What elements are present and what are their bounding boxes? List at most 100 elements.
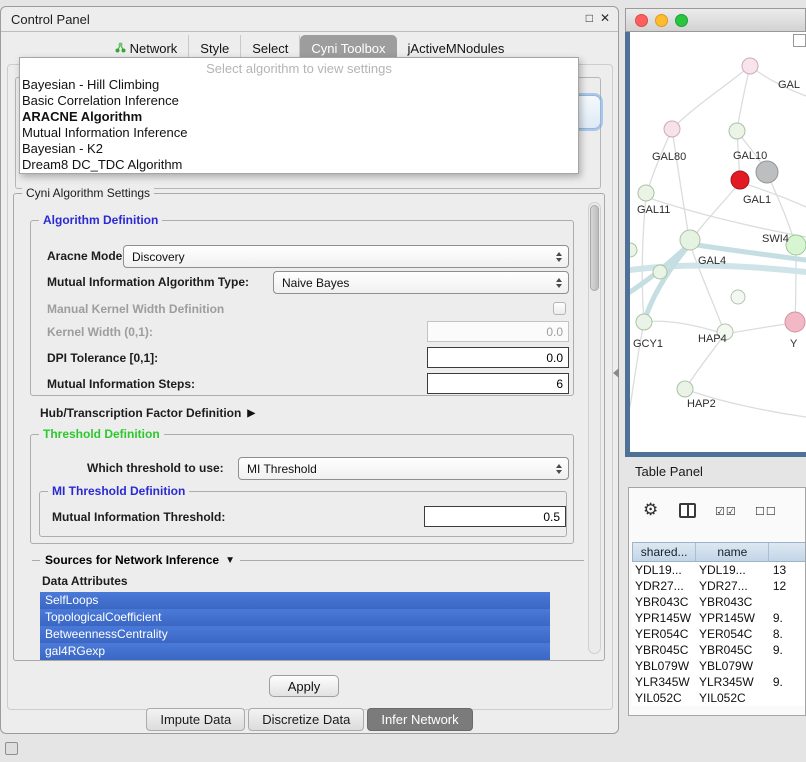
table-cell[interactable]: YBL079W	[696, 658, 770, 674]
table-cell[interactable]: 13	[770, 562, 806, 578]
column-header-name[interactable]: name	[696, 543, 769, 561]
columns-icon[interactable]	[679, 503, 696, 518]
table-row[interactable]: YBR045CYBR045C9.	[632, 642, 806, 658]
which-threshold-combobox[interactable]: MI Threshold	[238, 457, 569, 480]
bottom-tab-discretize-data[interactable]: Discretize Data	[248, 708, 364, 731]
table-cell[interactable]: YBR045C	[632, 642, 696, 658]
bottom-tab-impute-data[interactable]: Impute Data	[146, 708, 245, 731]
network-node-gal80[interactable]	[664, 121, 680, 137]
table-row[interactable]: YDR27...YDR27...12	[632, 578, 806, 594]
deselect-all-icon[interactable]: ☐☐	[755, 505, 777, 518]
data-attribute-item-betweennesscentrality[interactable]: BetweennessCentrality	[40, 626, 550, 643]
sources-disclosure[interactable]: Sources for Network Inference ▼	[40, 553, 240, 567]
settings-scrollbar[interactable]	[588, 202, 601, 654]
network-edge[interactable]	[630, 322, 644, 407]
select-all-icon[interactable]: ☑☑	[715, 505, 737, 518]
aracne-mode-combobox[interactable]: Discovery	[123, 245, 569, 268]
data-attribute-item-selfloops[interactable]: SelfLoops	[40, 592, 550, 609]
network-edge[interactable]	[644, 321, 718, 332]
mac-zoom-icon[interactable]	[675, 14, 688, 27]
dpi-tolerance-field[interactable]	[427, 347, 569, 368]
settings-scrollbar-thumb[interactable]	[590, 205, 599, 291]
network-node-gal11[interactable]	[638, 185, 654, 201]
float-window-icon[interactable]: □	[586, 11, 593, 25]
apply-button[interactable]: Apply	[269, 675, 339, 697]
table-cell[interactable]: 12	[770, 578, 806, 594]
network-node[interactable]	[742, 58, 758, 74]
table-cell[interactable]: YDL19...	[696, 562, 770, 578]
network-node-hap2[interactable]	[677, 381, 693, 397]
gear-icon[interactable]: ⚙	[643, 500, 658, 520]
table-cell[interactable]	[770, 594, 806, 610]
table-row[interactable]: YER054CYER054C8.	[632, 626, 806, 642]
table-row[interactable]: YBR043CYBR043C	[632, 594, 806, 610]
table-cell[interactable]: YPR145W	[696, 610, 770, 626]
algorithm-option-basic-correlation-inference[interactable]: Basic Correlation Inference	[20, 93, 578, 109]
table-cell[interactable]: YLR345W	[632, 674, 696, 690]
table-cell[interactable]: YIL052C	[632, 690, 696, 706]
network-node-gal1[interactable]	[731, 171, 749, 189]
data-attribute-item-gal4rgexp[interactable]: gal4RGexp	[40, 643, 550, 660]
mac-close-icon[interactable]	[635, 14, 648, 27]
network-edge[interactable]	[725, 323, 793, 334]
network-node[interactable]	[653, 265, 667, 279]
table-cell[interactable]: YBL079W	[632, 658, 696, 674]
table-cell[interactable]: YDR27...	[696, 578, 770, 594]
network-edge[interactable]	[737, 66, 750, 131]
table-cell[interactable]: YBR043C	[632, 594, 696, 610]
algorithm-option-bayesian-k2[interactable]: Bayesian - K2	[20, 141, 578, 157]
column-header-extra[interactable]	[769, 543, 805, 561]
birdseye-toggle[interactable]	[793, 34, 806, 47]
table-cell[interactable]: YPR145W	[632, 610, 696, 626]
network-node-swi4[interactable]	[786, 235, 806, 255]
algorithm-option-bayesian-hill-climbing[interactable]: Bayesian - Hill Climbing	[20, 77, 578, 93]
mi-type-combobox[interactable]: Naive Bayes	[273, 271, 569, 294]
table-cell[interactable]: YLR345W	[696, 674, 770, 690]
network-node-y[interactable]	[785, 312, 805, 332]
network-node[interactable]	[630, 243, 637, 257]
mi-threshold-field[interactable]	[424, 506, 566, 527]
table-row[interactable]: YIL052CYIL052C	[632, 690, 806, 706]
bottom-tab-infer-network[interactable]: Infer Network	[367, 708, 472, 731]
column-header-shared[interactable]: shared...	[633, 543, 696, 561]
algorithm-option-dream8-dc-tdc-algorithm[interactable]: Dream8 DC_TDC Algorithm	[20, 157, 578, 173]
table-cell[interactable]: YBR043C	[696, 594, 770, 610]
table-row[interactable]: YPR145WYPR145W9.	[632, 610, 806, 626]
table-cell[interactable]: YBR045C	[696, 642, 770, 658]
network-edge[interactable]	[692, 182, 740, 239]
network-node-gal10[interactable]	[729, 123, 745, 139]
table-cell[interactable]: 8.	[770, 626, 806, 642]
network-canvas[interactable]: GAL80GAL10GAL1GAL11SWI4GAL4GCY1HAP4YHAP2…	[630, 32, 806, 452]
panel-splitter-arrow-icon[interactable]	[613, 368, 619, 378]
table-cell[interactable]: YER054C	[696, 626, 770, 642]
table-cell[interactable]	[770, 690, 806, 706]
table-cell[interactable]: 9.	[770, 642, 806, 658]
table-cell[interactable]: 9.	[770, 674, 806, 690]
network-node[interactable]	[731, 290, 745, 304]
docked-panel-icon[interactable]	[5, 742, 18, 755]
data-attribute-item-topologicalcoefficient[interactable]: TopologicalCoefficient	[40, 609, 550, 626]
table-cell[interactable]	[770, 658, 806, 674]
network-node-gal4[interactable]	[680, 230, 700, 250]
network-edge[interactable]	[646, 197, 806, 237]
manual-kernel-checkbox[interactable]	[553, 302, 566, 315]
algorithm-option-mutual-information-inference[interactable]: Mutual Information Inference	[20, 125, 578, 141]
mi-steps-field[interactable]	[427, 373, 569, 394]
network-node-gcy1[interactable]	[636, 314, 652, 330]
table-cell[interactable]: YDL19...	[632, 562, 696, 578]
mac-minimize-icon[interactable]	[655, 14, 668, 27]
network-edge[interactable]	[644, 244, 690, 322]
algorithm-option-aracne-algorithm[interactable]: ARACNE Algorithm	[20, 109, 578, 125]
chevron-right-icon[interactable]: ▶	[247, 408, 255, 419]
network-node[interactable]	[756, 161, 778, 183]
table-row[interactable]: YLR345WYLR345W9.	[632, 674, 806, 690]
hub-definition-disclosure[interactable]: Hub/Transcription Factor Definition ▶	[40, 406, 255, 420]
chevron-down-icon[interactable]: ▼	[225, 555, 235, 566]
table-cell[interactable]: YDR27...	[632, 578, 696, 594]
table-row[interactable]: YBL079WYBL079W	[632, 658, 806, 674]
table-cell[interactable]: 9.	[770, 610, 806, 626]
network-edge[interactable]	[672, 129, 690, 244]
table-row[interactable]: YDL19...YDL19...13	[632, 562, 806, 578]
close-icon[interactable]: ✕	[600, 11, 610, 25]
table-cell[interactable]: YER054C	[632, 626, 696, 642]
